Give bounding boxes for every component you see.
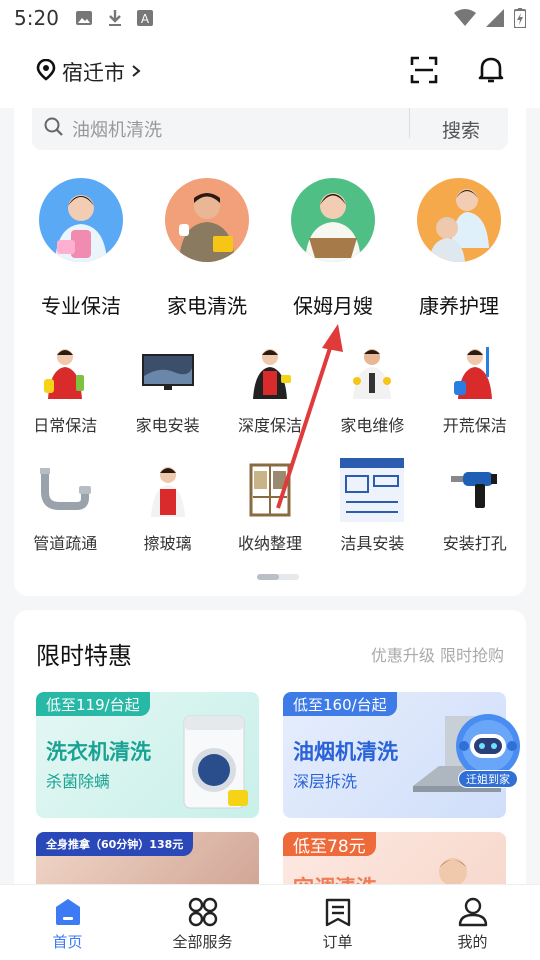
app-header: 宿迁市 — [0, 36, 540, 108]
subcategory-appliance-repair[interactable]: 家电维修 — [321, 340, 423, 436]
drill-icon — [443, 458, 507, 522]
svg-text:A: A — [141, 12, 150, 26]
subcategory-storage[interactable]: 收纳整理 — [219, 458, 321, 554]
nav-label: 订单 — [322, 933, 353, 951]
subcategory-label: 家电维修 — [340, 416, 405, 435]
subcategory-label: 深度保洁 — [237, 416, 302, 435]
appliance-repair-icon — [340, 340, 404, 404]
search-bar[interactable]: 油烟机清洗 搜索 — [32, 108, 508, 150]
subcategory-label: 安装打孔 — [442, 534, 507, 553]
category-label: 康养护理 — [419, 294, 499, 318]
subcategory-label: 管道疏通 — [33, 534, 98, 553]
category-nanny[interactable]: 保姆月嫂 — [272, 178, 394, 319]
daily-cleaning-icon — [33, 340, 97, 404]
city-selector[interactable]: 宿迁市 — [36, 57, 141, 87]
subcategory-sanitary-install[interactable]: 洁具安装 — [321, 458, 423, 554]
order-icon — [325, 898, 350, 927]
assistant-float-button[interactable]: 迁姐到家 — [448, 710, 528, 790]
cleaner-avatar — [39, 178, 123, 262]
promo-tile-title: 油烟机清洗 — [293, 740, 398, 764]
subcategory-daily-cleaning[interactable]: 日常保洁 — [14, 340, 116, 436]
window-cleaning-icon — [136, 458, 200, 522]
main-categories: 专业保洁 家电清洗 保姆月嫂 康养护理 — [14, 178, 526, 319]
home-icon — [55, 899, 80, 925]
caregiver-avatar — [417, 178, 501, 262]
promo-tag: 低至78元 — [283, 832, 376, 857]
sub-categories: 日常保洁 家电安装 深度保洁 家电维修 开荒保洁 管道疏通 擦玻璃 收纳整理 洁… — [14, 340, 526, 554]
category-appliance-cleaning[interactable]: 家电清洗 — [146, 178, 268, 319]
category-label: 家电清洗 — [167, 294, 247, 318]
new-home-cleaning-icon — [443, 340, 507, 404]
wardrobe-icon — [238, 458, 302, 522]
status-time: 5:20 — [14, 6, 59, 30]
nav-label: 我的 — [457, 933, 488, 951]
search-button[interactable]: 搜索 — [442, 116, 496, 143]
subcategory-label: 家电安装 — [135, 416, 200, 435]
nav-all-services[interactable]: 全部服务 — [135, 885, 270, 960]
category-label: 保姆月嫂 — [293, 294, 373, 318]
search-icon — [44, 117, 64, 141]
subcategory-label: 收纳整理 — [237, 534, 302, 553]
subcategory-window-cleaning[interactable]: 擦玻璃 — [116, 458, 218, 554]
signal-icon — [486, 9, 504, 27]
promo-tile-washer[interactable]: 低至119/台起 洗衣机清洗 杀菌除螨 — [36, 692, 259, 818]
scan-icon[interactable] — [410, 56, 438, 88]
user-icon — [458, 897, 487, 927]
subcategory-label: 擦玻璃 — [143, 534, 192, 553]
subcategory-label: 洁具安装 — [340, 534, 405, 553]
nav-label: 首页 — [52, 933, 83, 951]
promo-tag: 全身推拿（60分钟）138元 — [36, 832, 194, 856]
nav-home[interactable]: 首页 — [0, 885, 135, 960]
subcategory-deep-cleaning[interactable]: 深度保洁 — [219, 340, 321, 436]
appliance-cleaner-avatar — [165, 178, 249, 262]
promo-tile-title: 洗衣机清洗 — [46, 740, 151, 764]
tv-install-icon — [136, 340, 200, 404]
chevron-right-icon — [131, 63, 141, 82]
wifi-icon — [454, 9, 476, 27]
category-label: 专业保洁 — [41, 294, 121, 318]
promo-tile-subtitle: 深层拆洗 — [293, 772, 358, 791]
washing-machine-icon — [183, 715, 248, 809]
nav-profile[interactable]: 我的 — [405, 885, 540, 960]
category-elderly-care[interactable]: 康养护理 — [398, 178, 520, 319]
download-icon — [107, 9, 123, 27]
promo-tag: 低至160/台起 — [283, 692, 397, 716]
bottom-nav: 首页 全部服务 订单 我的 — [0, 884, 540, 960]
subcategory-pipe-dredging[interactable]: 管道疏通 — [14, 458, 116, 554]
a-icon: A — [136, 10, 153, 26]
location-pin-icon — [36, 58, 56, 85]
promo-tile-subtitle: 杀菌除螨 — [46, 772, 111, 791]
subcategory-drilling[interactable]: 安装打孔 — [424, 458, 526, 554]
grid-icon — [188, 897, 217, 927]
subcategory-appliance-install[interactable]: 家电安装 — [116, 340, 218, 436]
nanny-avatar — [291, 178, 375, 262]
promo-tag: 低至119/台起 — [36, 692, 150, 716]
city-label: 宿迁市 — [62, 61, 125, 85]
services-card: 油烟机清洗 搜索 专业保洁 家电清洗 保姆月嫂 康养护理 日常保洁 家电安装 深… — [14, 108, 526, 596]
subcategory-label: 日常保洁 — [33, 416, 98, 435]
status-bar: 5:20 A — [0, 0, 540, 36]
deep-cleaning-icon — [238, 340, 302, 404]
promo-subtitle[interactable]: 优惠升级 限时抢购 — [371, 642, 504, 666]
category-cleaning[interactable]: 专业保洁 — [20, 178, 142, 319]
nav-orders[interactable]: 订单 — [270, 885, 405, 960]
page-indicator-active — [257, 574, 279, 580]
battery-icon — [514, 8, 526, 28]
subcategory-label: 开荒保洁 — [442, 416, 507, 435]
subcategory-new-home-cleaning[interactable]: 开荒保洁 — [424, 340, 526, 436]
bell-icon[interactable] — [478, 56, 504, 88]
image-icon — [75, 10, 93, 26]
pipe-icon — [33, 458, 97, 522]
search-divider — [409, 108, 410, 138]
assistant-badge: 迁姐到家 — [458, 770, 518, 788]
promo-title: 限时特惠 — [36, 642, 132, 670]
page-indicator — [257, 574, 299, 580]
nav-label: 全部服务 — [172, 933, 233, 951]
sanitary-install-icon — [340, 458, 405, 522]
search-input[interactable]: 油烟机清洗 — [72, 116, 162, 142]
